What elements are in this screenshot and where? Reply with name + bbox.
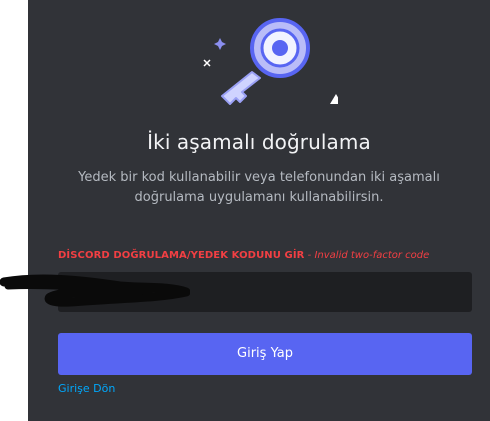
code-field-label-text: DİSCORD DOĞRULAMA/YEDEK KODUNU GİR — [58, 250, 305, 261]
redaction-scribble — [0, 274, 190, 307]
key-icon — [203, 18, 338, 105]
page: İki aşamalı doğrulama Yedek bir kod kull… — [0, 0, 490, 421]
label-separator: - — [304, 250, 315, 261]
triangle-icon — [330, 94, 338, 104]
error-message: Invalid two-factor code — [314, 250, 430, 261]
page-subtitle: Yedek bir kod kullanabilir veya telefonu… — [78, 170, 440, 205]
code-field-label: DİSCORD DOĞRULAMA/YEDEK KODUNU GİR - Inv… — [58, 249, 478, 263]
back-to-login-link[interactable]: Girişe Dön — [58, 382, 115, 395]
key-shaft — [221, 71, 261, 105]
page-title: İki aşamalı doğrulama — [147, 130, 371, 154]
sparkle-icon — [214, 38, 226, 50]
sparkle-icon — [203, 59, 211, 67]
two-factor-modal: İki aşamalı doğrulama Yedek bir kod kull… — [28, 0, 490, 421]
key-bow — [250, 18, 310, 78]
login-button[interactable]: Giriş Yap — [58, 333, 472, 375]
